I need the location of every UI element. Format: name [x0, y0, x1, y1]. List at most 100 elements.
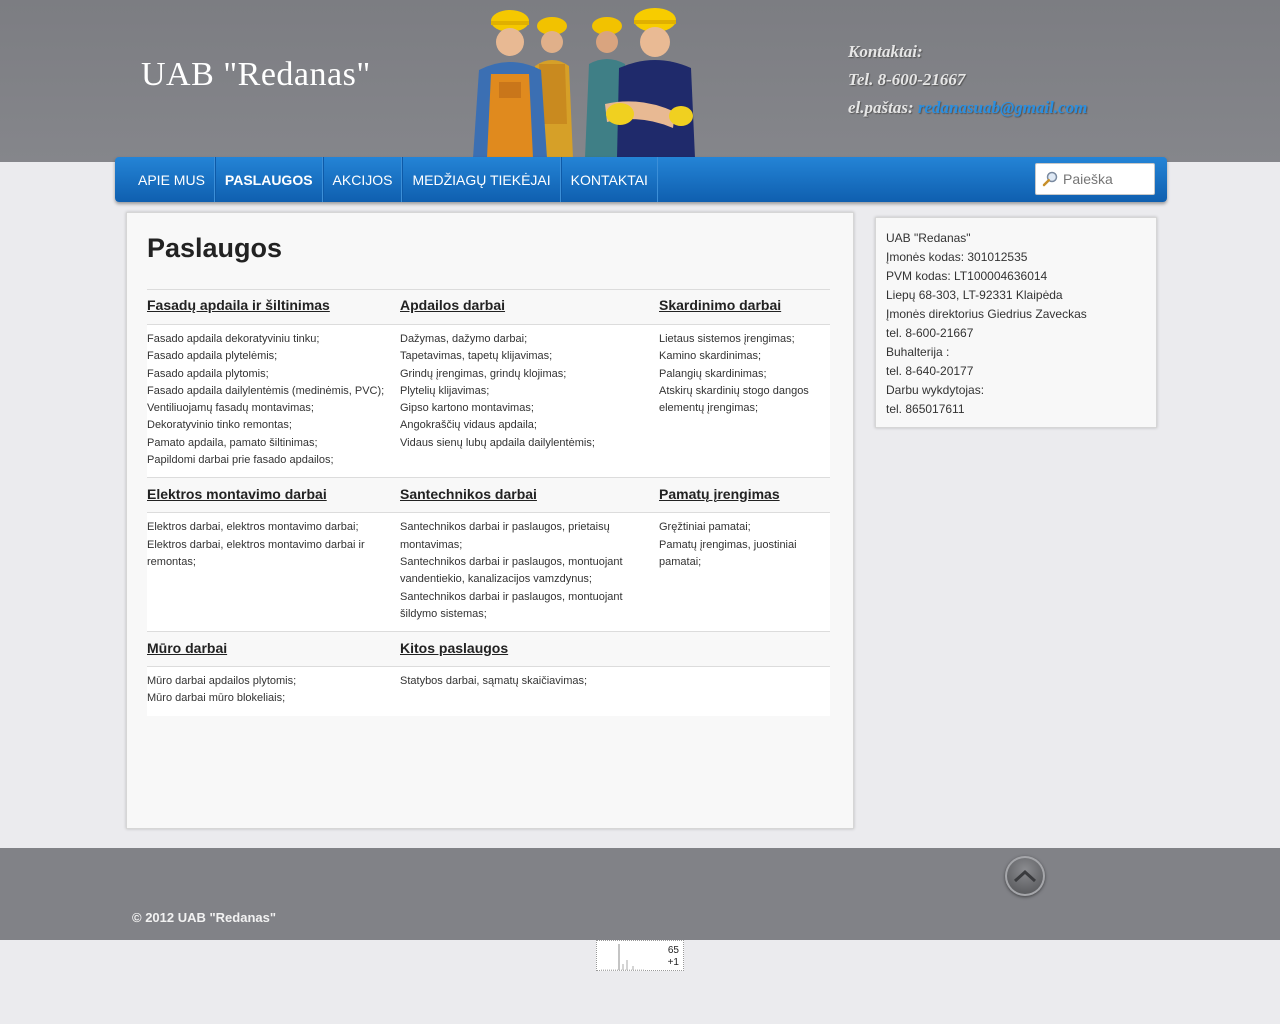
service-item: Fasado apdaila plytelėmis; [147, 350, 278, 363]
service-item: Papildomi darbai prie fasado apdailos; [147, 454, 334, 467]
search-input[interactable] [1063, 171, 1151, 187]
nav-item-paslaugos[interactable]: PASLAUGOS [214, 157, 323, 202]
service-category-title[interactable]: Kitos paslaugos [400, 640, 508, 656]
service-item: Fasado apdaila dekoratyviniu tinku; [147, 333, 320, 345]
counter-today: +1 [667, 957, 679, 968]
contacts-phone: Tel. 8-600-21667 [848, 70, 966, 89]
header: UAB "Redanas" Kontaktai: Tel. 8-600-2166… [0, 0, 1280, 162]
service-list-cell: Mūro darbai apdailos plytomis; Mūro darba… [147, 666, 400, 716]
service-item: Elektros darbai, elektros montavimo darb… [147, 538, 365, 568]
service-category-cell [659, 631, 830, 668]
services-body-row: Fasado apdaila dekoratyviniu tinku; Fasad… [147, 324, 830, 478]
service-list-cell: Lietaus sistemos įrengimas; Kamino skardi… [659, 324, 830, 478]
footer: © 2012 UAB "Redanas" [0, 848, 1280, 940]
nav-item-kontaktai[interactable]: KONTAKTAI [560, 157, 658, 202]
service-item: Grindų įrengimas, grindų klojimas; [400, 367, 567, 380]
services-table: Fasadų apdaila ir šiltinimas Apdailos dar… [147, 289, 830, 716]
service-item: Santechnikos darbai ir paslaugos, prieta… [400, 521, 610, 551]
email-label: el.paštas: [848, 98, 914, 117]
service-category-cell: Pamatų įrengimas [659, 477, 830, 514]
nav-item-medziagu-tiekejai[interactable]: MEDŽIAGŲ TIEKĖJAI [402, 157, 561, 202]
service-category-cell: Mūro darbai [147, 631, 400, 668]
service-category-cell: Fasadų apdaila ir šiltinimas [147, 289, 400, 325]
service-item: Palangių skardinimas; [659, 367, 767, 380]
services-body-row: Mūro darbai apdailos plytomis; Mūro darba… [147, 666, 830, 716]
sidebar-line: tel. 8-600-21667 [886, 326, 974, 340]
sidebar-line: Buhalterija : [886, 345, 950, 359]
copyright-text: © 2012 UAB "Redanas" [132, 910, 277, 925]
search-icon [1042, 171, 1058, 187]
sidebar-line: Įmonės direktorius Giedrius Zaveckas [886, 307, 1087, 321]
counter-graph-icon [601, 944, 645, 971]
service-category-title[interactable]: Skardinimo darbai [659, 297, 781, 313]
service-category-title[interactable]: Mūro darbai [147, 640, 227, 656]
service-item: Dekoratyvinio tinko remontas; [147, 419, 292, 432]
services-header-row: Fasadų apdaila ir šiltinimas Apdailos dar… [147, 289, 830, 325]
service-category-cell: Apdailos darbai [400, 289, 659, 325]
nav-item-apie-mus[interactable]: APIE MUS [129, 157, 215, 202]
service-item: Tapetavimas, tapetų klijavimas; [400, 350, 553, 363]
service-list-cell: Elektros darbai, elektros montavimo darb… [147, 512, 400, 632]
visit-counter[interactable]: 65 +1 [596, 940, 684, 971]
sidebar-line: Darbu wykdytojas: [886, 383, 985, 397]
services-header-row: Mūro darbai Kitos paslaugos [147, 631, 830, 668]
service-list-cell: Santechnikos darbai ir paslaugos, prieta… [400, 512, 659, 632]
service-item: Fasado apdaila dailylentėmis (medinėmis,… [147, 384, 385, 397]
sidebar-line: tel. 8-640-20177 [886, 364, 974, 378]
service-list-cell: Gręžtiniai pamatai; Pamatų įrengimas, juo… [659, 512, 830, 632]
service-item: Mūro darbai apdailos plytomis; [147, 675, 297, 688]
service-category-cell: Santechnikos darbai [400, 477, 659, 514]
contacts-email-row: el.paštas: redanasuab@gmail.com [848, 94, 1087, 122]
company-info-sidebar: UAB "Redanas" Įmonės kodas: 301012535 PV… [875, 217, 1157, 428]
service-category-title[interactable]: Santechnikos darbai [400, 486, 537, 502]
service-item: Dažymas, dažymo darbai; [400, 333, 528, 345]
workers-image [473, 8, 695, 158]
sidebar-line: Įmonės kodas: 301012535 [886, 250, 1028, 264]
sidebar-line: tel. 865017611 [886, 402, 965, 416]
service-item: Pamatų įrengimas, juostiniai pamatai; [659, 538, 797, 568]
service-item: Angokraščių vidaus apdaila; [400, 419, 537, 432]
service-item: Elektros darbai, elektros montavimo darb… [147, 521, 359, 534]
header-contacts: Kontaktai: Tel. 8-600-21667 el.paštas: r… [848, 38, 1087, 122]
service-item: Santechnikos darbai ir paslaugos, montuo… [400, 555, 623, 586]
service-item: Gipso kartono montavimas; [400, 402, 534, 415]
service-item: Fasado apdaila plytomis; [147, 367, 269, 380]
sidebar-line: UAB "Redanas" [886, 231, 971, 245]
counter-total: 65 [667, 945, 679, 956]
service-item: Pamato apdaila, pamato šiltinimas; [147, 436, 318, 449]
back-to-top-button[interactable] [1005, 856, 1045, 896]
service-item: Ventiliuojamų fasadų montavimas; [147, 402, 314, 415]
service-category-title[interactable]: Pamatų įrengimas [659, 486, 780, 502]
service-item: Kamino skardinimas; [659, 350, 762, 363]
email-link[interactable]: redanasuab@gmail.com [918, 98, 1088, 117]
service-item: Lietaus sistemos įrengimas; [659, 333, 795, 345]
service-item: Vidaus sienų lubų apdaila dailylentėmis; [400, 436, 595, 449]
page-title: Paslaugos [147, 233, 283, 263]
search-box[interactable] [1035, 163, 1155, 195]
content-panel: Paslaugos Fasadų apdaila ir šiltinimas Ap… [126, 212, 854, 829]
service-category-title[interactable]: Fasadų apdaila ir šiltinimas [147, 297, 330, 313]
service-list-cell: Statybos darbai, sąmatų skaičiavimas; [400, 666, 659, 716]
service-item: Statybos darbai, sąmatų skaičiavimas; [400, 675, 588, 688]
chevron-up-icon [1013, 869, 1037, 883]
sidebar-line: PVM kodas: LT100004636014 [886, 269, 1048, 283]
service-list-cell: Fasado apdaila dekoratyviniu tinku; Fasad… [147, 324, 400, 478]
service-list-cell: Dažymas, dažymo darbai; Tapetavimas, tape… [400, 324, 659, 478]
service-list-cell [659, 666, 830, 716]
service-category-title[interactable]: Apdailos darbai [400, 297, 505, 313]
service-item: Atskirų skardinių stogo dangos elementų … [659, 384, 809, 415]
services-body-row: Elektros darbai, elektros montavimo darb… [147, 512, 830, 632]
service-item: Mūro darbai mūro blokeliais; [147, 692, 286, 705]
service-item: Plytelių klijavimas; [400, 384, 490, 397]
service-category-cell: Elektros montavimo darbai [147, 477, 400, 514]
site-logo[interactable]: UAB "Redanas" [141, 56, 371, 94]
service-category-cell: Kitos paslaugos [400, 631, 659, 668]
service-category-title[interactable]: Elektros montavimo darbai [147, 486, 327, 502]
main-nav: APIE MUS PASLAUGOS AKCIJOS MEDŽIAGŲ TIEK… [115, 157, 1167, 202]
services-header-row: Elektros montavimo darbai Santechnikos da… [147, 477, 830, 514]
sidebar-line: Liepų 68-303, LT-92331 Klaipėda [886, 288, 1063, 302]
contacts-label: Kontaktai: [848, 42, 923, 61]
nav-item-akcijos[interactable]: AKCIJOS [322, 157, 403, 202]
service-item: Santechnikos darbai ir paslaugos, montuo… [400, 590, 623, 620]
service-item: Gręžtiniai pamatai; [659, 521, 751, 534]
